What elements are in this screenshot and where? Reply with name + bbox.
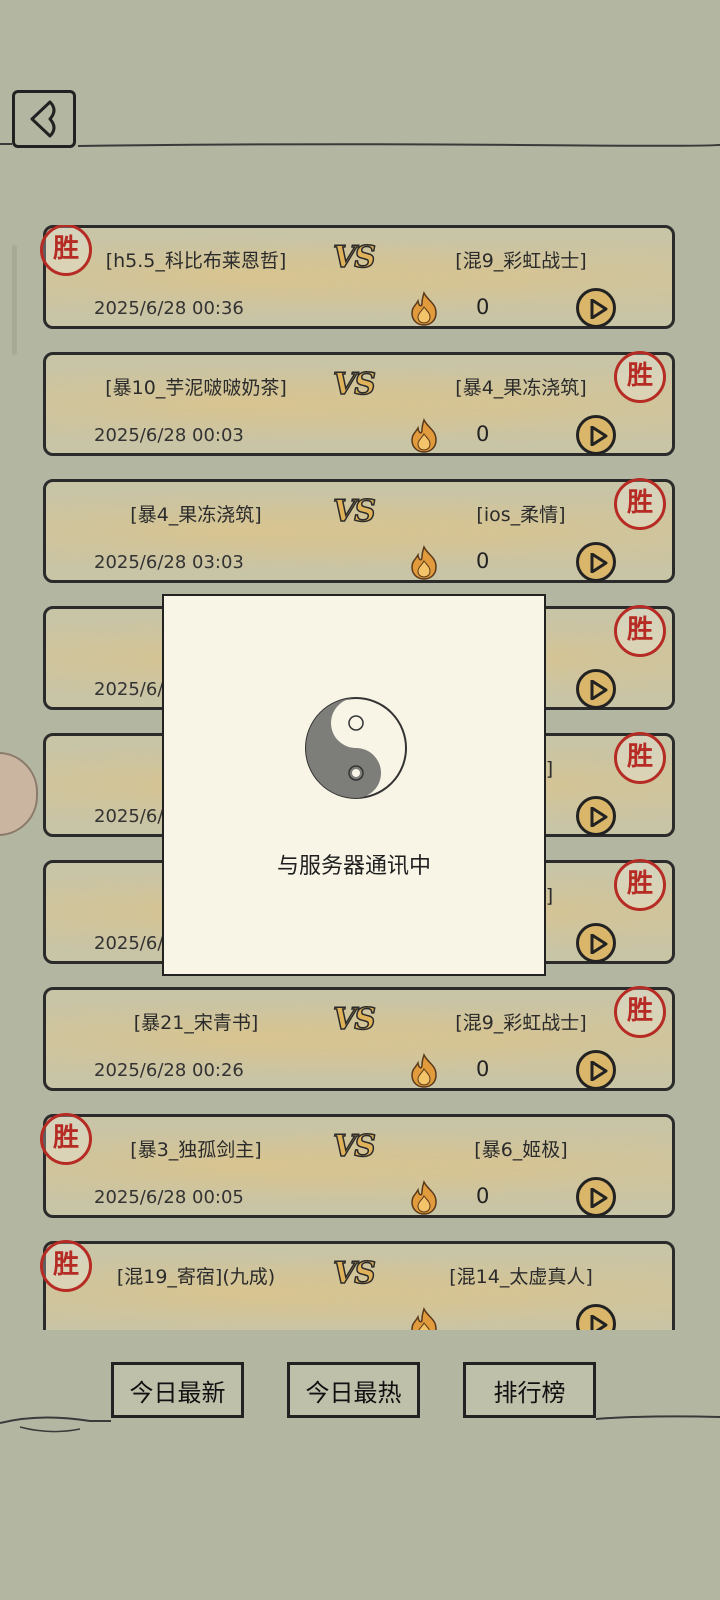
play-icon <box>590 934 608 954</box>
play-button[interactable] <box>576 542 616 582</box>
right-player-name: [混9_彩虹战士] <box>455 250 587 272</box>
right-player-name: [ios_柔情] <box>476 504 566 526</box>
match-date: 2025/6/28 00:05 <box>94 1187 244 1208</box>
vs-label: VS <box>332 1255 376 1292</box>
play-icon <box>590 807 608 827</box>
heat-count: 0 <box>476 549 490 573</box>
play-icon <box>590 1188 608 1208</box>
heat-count: 0 <box>476 422 490 446</box>
scroll-indicator <box>12 245 17 355</box>
match-date: 2025/6/28 00:26 <box>94 1060 244 1081</box>
right-player-name: [混14_太虚真人] <box>449 1266 593 1288</box>
play-icon <box>590 680 608 700</box>
win-stamp: 胜 <box>614 732 666 784</box>
left-player-name: [暴10_芋泥啵啵奶茶] <box>105 377 287 399</box>
fire-icon <box>411 291 437 326</box>
match-card[interactable]: [暴4_果冻浇筑] VS [ios_柔情] 2025/6/28 03:03 0 … <box>43 478 675 583</box>
heat-count: 0 <box>476 295 490 319</box>
play-button[interactable] <box>576 923 616 963</box>
vs-label: VS <box>332 1001 376 1038</box>
vs-label: VS <box>332 493 376 530</box>
play-icon <box>590 1315 608 1330</box>
win-stamp: 胜 <box>614 859 666 911</box>
win-stamp: 胜 <box>40 225 92 276</box>
heat-count: 0 <box>476 1057 490 1081</box>
left-player-name: [暴21_宋青书] <box>133 1012 259 1034</box>
match-date: 2025/6/ <box>94 806 164 827</box>
loading-message: 与服务器通讯中 <box>276 854 431 879</box>
play-button[interactable] <box>576 1304 616 1330</box>
play-button[interactable] <box>576 796 616 836</box>
match-date: 2025/6/28 00:36 <box>94 298 244 319</box>
right-player-name: [混9_彩虹战士] <box>455 1012 587 1034</box>
play-button[interactable] <box>576 669 616 709</box>
vs-label: VS <box>332 1128 376 1165</box>
fire-icon <box>411 545 437 580</box>
play-button[interactable] <box>576 1177 616 1217</box>
match-date: 2025/6/28 00:03 <box>94 425 244 446</box>
win-stamp: 胜 <box>614 351 666 403</box>
play-icon <box>590 553 608 573</box>
bottom-divider <box>0 1415 720 1433</box>
play-button[interactable] <box>576 1050 616 1090</box>
vs-label: VS <box>332 366 376 403</box>
taiji-icon <box>305 697 407 799</box>
play-icon <box>590 1061 608 1081</box>
fire-icon <box>411 1180 437 1215</box>
top-divider <box>0 143 720 147</box>
match-card[interactable]: [暴21_宋青书] VS [混9_彩虹战士] 2025/6/28 00:26 0… <box>43 986 675 1091</box>
match-card[interactable]: [h5.5_科比布莱恩哲] VS [混9_彩虹战士] 2025/6/28 00:… <box>40 225 675 329</box>
fire-icon <box>411 1053 437 1088</box>
match-date: 2025/6/ <box>94 679 164 700</box>
match-date: 2025/6/28 03:03 <box>94 552 244 573</box>
match-card[interactable]: [暴3_独孤剑主] VS [暴6_姬极] 2025/6/28 00:05 0 胜 <box>40 1113 675 1218</box>
play-button[interactable] <box>576 415 616 455</box>
fire-icon <box>411 1307 437 1330</box>
win-stamp: 胜 <box>614 605 666 657</box>
play-icon <box>590 426 608 446</box>
right-player-name: [暴4_果冻浇筑] <box>455 377 587 399</box>
fire-icon <box>411 418 437 453</box>
loading-dialog: 与服务器通讯中 <box>162 594 546 976</box>
right-player-name: [暴6_姬极] <box>474 1139 568 1161</box>
play-button[interactable] <box>576 288 616 328</box>
match-card[interactable]: [混19_寄宿](九成) VS [混14_太虚真人] 胜 <box>40 1240 675 1330</box>
side-avatar[interactable] <box>0 752 38 836</box>
back-chevron-icon <box>30 100 56 138</box>
win-stamp: 胜 <box>614 986 666 1038</box>
vs-label: VS <box>332 239 376 276</box>
win-stamp: 胜 <box>40 1113 92 1165</box>
win-stamp: 胜 <box>614 478 666 530</box>
match-date: 2025/6/ <box>94 933 164 954</box>
heat-count: 0 <box>476 1184 490 1208</box>
play-icon <box>590 299 608 319</box>
win-stamp: 胜 <box>40 1240 92 1292</box>
match-card[interactable]: [暴10_芋泥啵啵奶茶] VS [暴4_果冻浇筑] 2025/6/28 00:0… <box>43 351 675 456</box>
left-player-name: [暴4_果冻浇筑] <box>130 504 262 526</box>
